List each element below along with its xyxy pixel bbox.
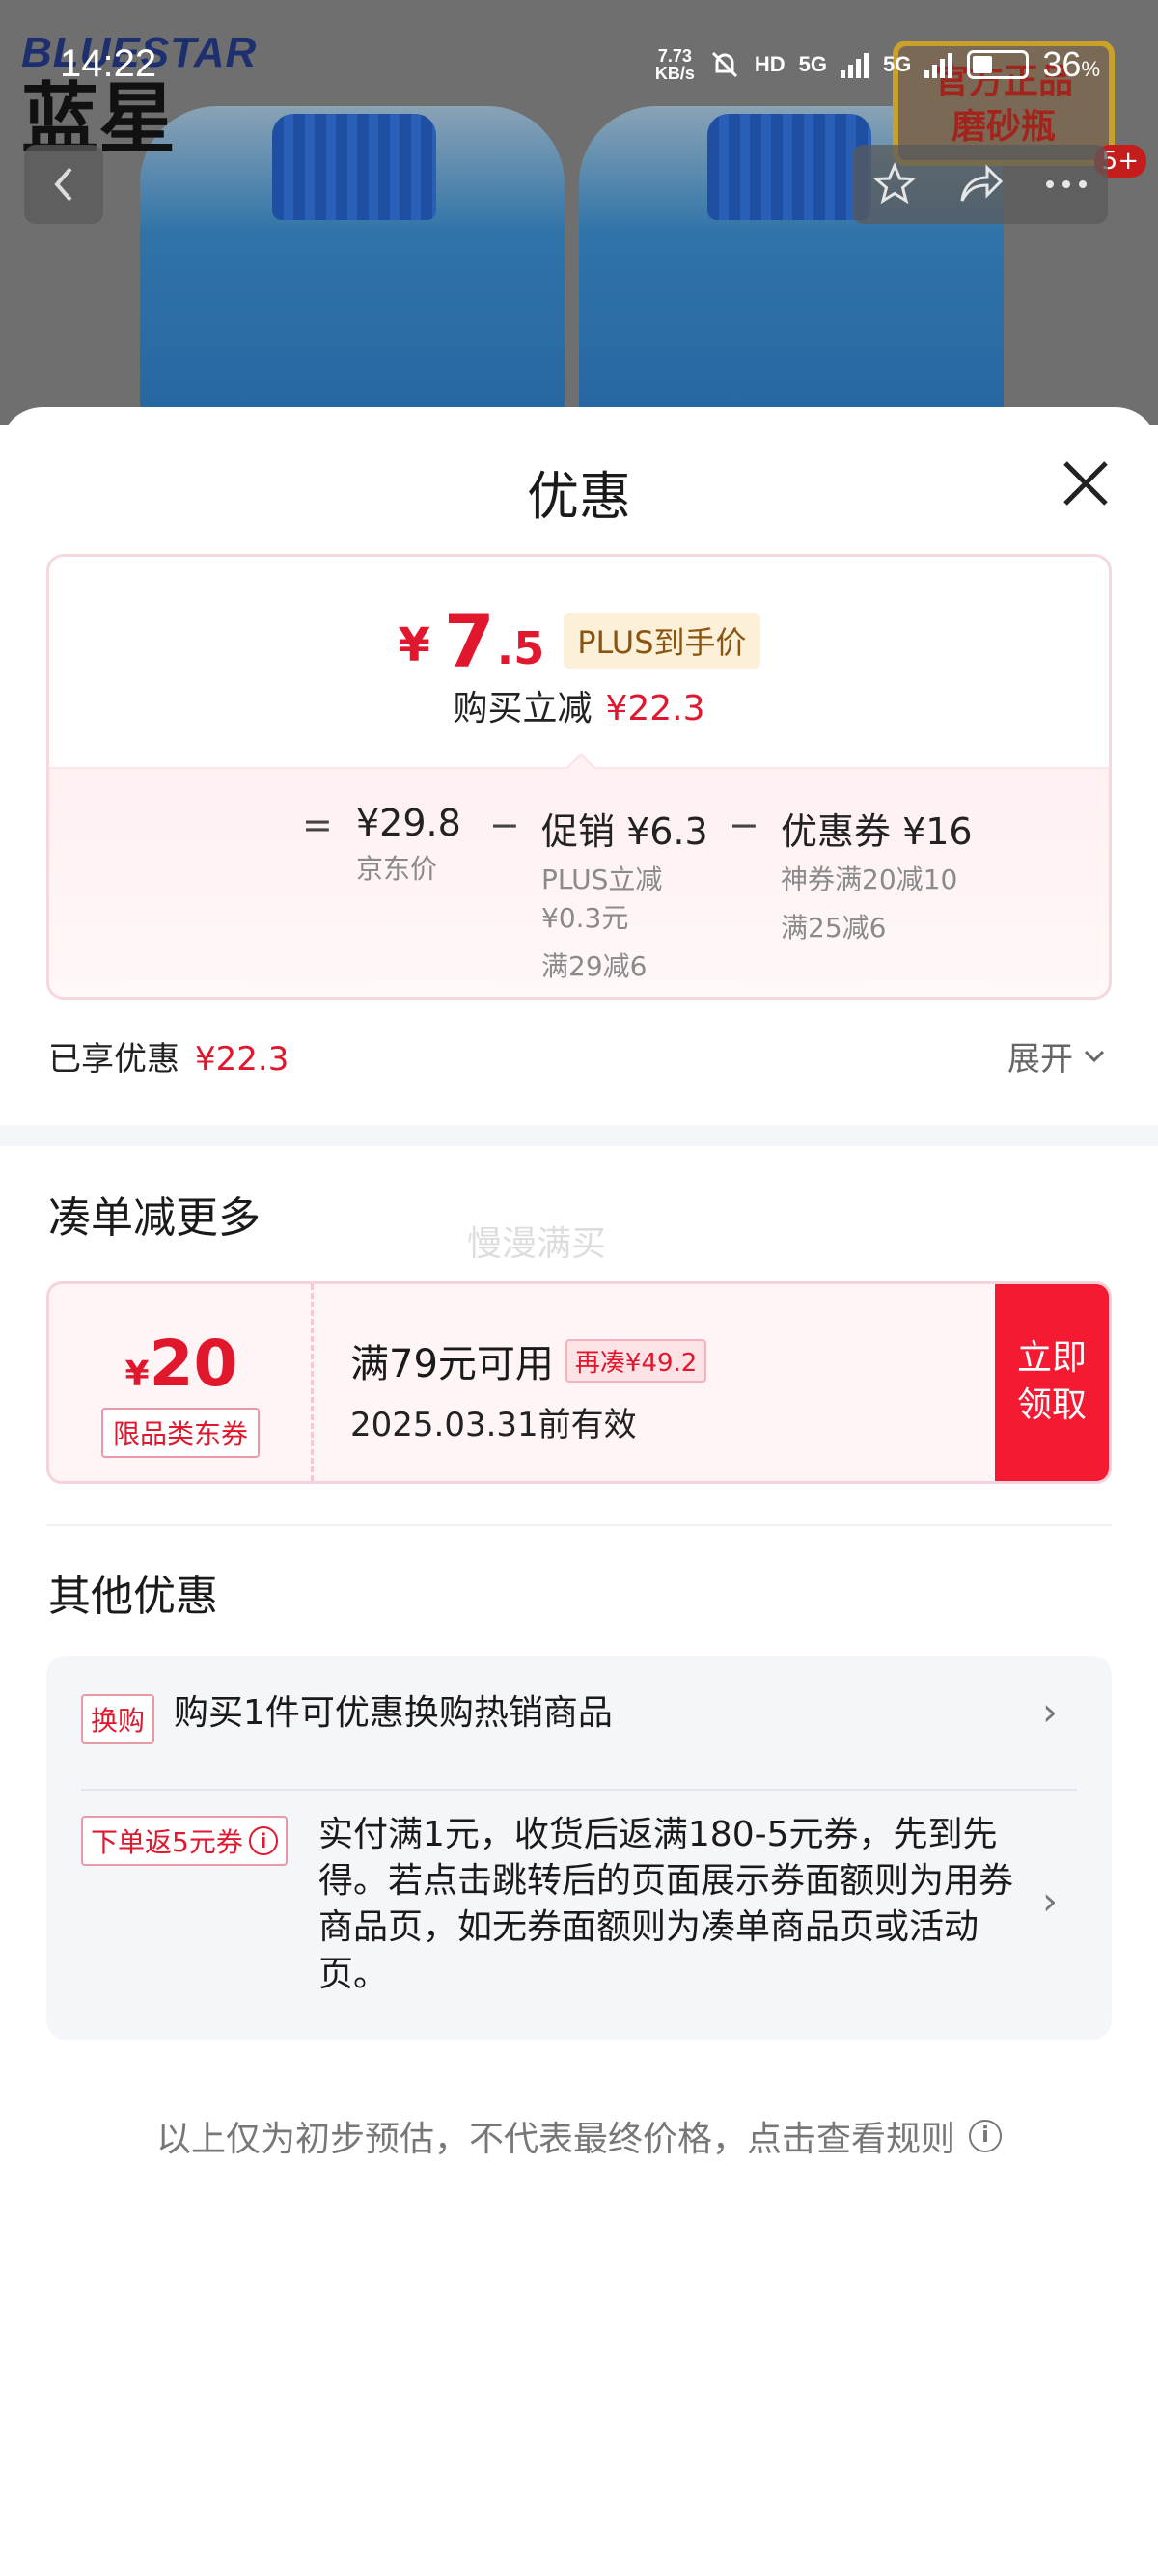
more-section-title: 凑单减更多 <box>48 1193 261 1243</box>
status-bar: 14:22 7.73 KB/s HD 5G 5G 36% <box>0 0 1158 135</box>
coupon-column: 优惠券 ¥16 神券满20减10 满25减6 <box>781 802 973 947</box>
offer-row-cashback[interactable]: 下单返5元券 i 实付满1元，收货后返满180-5元券，先到先得。若点击跳转后的… <box>81 1812 1085 2014</box>
price-breakdown: = ¥29.8 京东价 − 促销 ¥6.3 PLUS立减 ¥0.3元 满29减6… <box>49 767 1109 997</box>
chevron-right-icon: › <box>1042 1690 1058 1735</box>
share-icon[interactable] <box>956 162 1005 206</box>
other-section-title: 其他优惠 <box>48 1572 218 1621</box>
coupon-expiry: 2025.03.31前有效 <box>350 1406 637 1444</box>
jd-price-column: ¥29.8 京东价 <box>356 802 461 889</box>
claim-coupon-button[interactable]: 立即 领取 <box>995 1284 1109 1481</box>
coupon-condition-row: 满79元可用 再凑¥49.2 <box>350 1332 707 1388</box>
offer-tag: 换购 <box>81 1694 155 1744</box>
promo-plus-amount: ¥0.3元 <box>541 901 629 934</box>
price-formula: = ¥29.8 京东价 − 促销 ¥6.3 PLUS立减 ¥0.3元 满29减6… <box>252 802 1082 995</box>
other-offers-list: 换购 购买1件可优惠换购热销商品 › 下单返5元券 i 实付满1元，收货后返满1… <box>46 1656 1112 2040</box>
discount-sheet: 优惠 ¥ 7 .5 PLUS到手价 购买立减 ¥22.3 = ¥29.8 京东价 <box>0 407 1158 2576</box>
claim-button-line-1: 立即 <box>1016 1338 1087 1379</box>
battery-percent-value: 36 <box>1042 44 1082 84</box>
offer-text: 购买1件可优惠换购热销商品 <box>174 1693 613 1733</box>
signal-5g-1: 5G <box>798 52 828 76</box>
offer-row-exchange[interactable]: 换购 购买1件可优惠换购热销商品 › <box>81 1690 1085 1756</box>
purchase-saving: 购买立减 ¥22.3 <box>49 680 1109 730</box>
coupon-currency: ¥ <box>124 1355 150 1394</box>
rules-footnote[interactable]: 以上仅为初步预估，不代表最终价格，点击查看规则 i <box>0 2111 1158 2161</box>
plus-price-tag: PLUS到手价 <box>564 613 760 669</box>
signal-bars-icon <box>841 53 869 78</box>
expand-label: 展开 <box>1007 1040 1073 1079</box>
coupon-card: ¥20 限品类东券 满79元可用 再凑¥49.2 2025.03.31前有效 立… <box>46 1281 1112 1484</box>
price-summary-card: ¥ 7 .5 PLUS到手价 购买立减 ¥22.3 = ¥29.8 京东价 − 促… <box>46 554 1112 1000</box>
coupon-condition: 满79元可用 <box>350 1342 554 1386</box>
enjoyed-label: 已享优惠 <box>48 1040 179 1079</box>
network-speed-unit: KB/s <box>654 64 695 83</box>
battery-percent-unit: % <box>1081 57 1100 81</box>
status-time: 14:22 <box>60 42 157 85</box>
expand-button[interactable]: 展开 <box>1007 1032 1106 1080</box>
coupon-category-tag: 限品类东券 <box>101 1408 261 1458</box>
final-price-dec: .5 <box>496 622 545 674</box>
thin-divider <box>46 1524 1112 1526</box>
jd-price-label: 京东价 <box>356 853 438 885</box>
sheet-title: 优惠 <box>527 466 631 527</box>
coupon-more-needed: 再凑¥49.2 <box>565 1338 707 1383</box>
final-price: ¥ 7 .5 PLUS到手价 <box>49 605 1109 678</box>
watermark-text: 慢漫满买 <box>467 1224 607 1264</box>
promo-detail: PLUS立减 ¥0.3元 满29减6 <box>541 861 708 985</box>
coupon-value-area: ¥20 限品类东券 <box>49 1284 314 1481</box>
signal-bars-icon <box>924 53 953 78</box>
saving-value: ¥22.3 <box>605 689 705 728</box>
promo-full-reduction: 满29减6 <box>541 949 648 982</box>
battery-percent: 36% <box>1042 44 1100 85</box>
coupon-detail-2: 满25减6 <box>781 911 887 944</box>
enjoyed-value: ¥22.3 <box>195 1040 290 1079</box>
status-icons: 7.73 KB/s HD 5G 5G 36% <box>655 44 1100 85</box>
jd-price-value: ¥29.8 <box>356 802 461 844</box>
equals-sign: = <box>302 804 333 846</box>
minus-sign: − <box>489 804 520 846</box>
promo-plus-label: PLUS立减 <box>541 863 663 895</box>
coupon-detail-1: 神券满20减10 <box>781 863 958 895</box>
chevron-left-icon <box>54 167 72 202</box>
promo-column: 促销 ¥6.3 PLUS立减 ¥0.3元 满29减6 <box>541 802 708 985</box>
offer-tag-cashback: 下单返5元券 i <box>81 1816 288 1866</box>
enjoyed-discount: 已享优惠 ¥22.3 <box>48 1032 289 1080</box>
network-speed-value: 7.73 <box>657 46 692 66</box>
promo-value: 促销 ¥6.3 <box>541 810 708 853</box>
claim-button-line-2: 领取 <box>1016 1385 1087 1425</box>
signal-5g-2: 5G <box>883 52 912 76</box>
chevron-right-icon: › <box>1042 1879 1058 1924</box>
top-action-group <box>852 145 1108 224</box>
footnote-text: 以上仅为初步预估，不代表最终价格，点击查看规则 <box>155 2120 955 2159</box>
coupon-detail: 神券满20减10 满25减6 <box>781 861 973 947</box>
offer-tag-label: 下单返5元券 <box>91 1826 243 1858</box>
info-icon: i <box>969 2120 1002 2152</box>
saving-label: 购买立减 <box>453 689 593 728</box>
minus-sign: − <box>729 804 759 846</box>
coupon-amount-value: 20 <box>149 1327 238 1401</box>
network-speed: 7.73 KB/s <box>655 47 695 82</box>
coupon-amount: ¥20 <box>49 1327 314 1401</box>
section-divider <box>0 1125 1158 1146</box>
more-dots-icon[interactable] <box>1044 178 1089 190</box>
mute-bell-icon <box>711 51 737 78</box>
final-price-area: ¥ 7 .5 PLUS到手价 购买立减 ¥22.3 <box>49 557 1109 767</box>
battery-icon <box>967 50 1030 79</box>
back-button[interactable] <box>24 145 103 224</box>
coupon-info: 满79元可用 再凑¥49.2 2025.03.31前有效 <box>350 1332 707 1445</box>
coupon-value: 优惠券 ¥16 <box>781 810 973 853</box>
star-icon[interactable] <box>871 162 917 206</box>
close-icon[interactable] <box>1054 452 1117 515</box>
currency-symbol: ¥ <box>398 618 430 672</box>
offer-separator <box>81 1789 1077 1791</box>
final-price-int: 7 <box>443 598 495 684</box>
hd-indicator: HD <box>754 52 786 76</box>
chevron-down-icon <box>1084 1050 1105 1062</box>
info-icon[interactable]: i <box>248 1826 278 1855</box>
offer-text: 实付满1元，收货后返满180-5元券，先到先得。若点击跳转后的页面展示券面额则为… <box>318 1815 1014 1994</box>
